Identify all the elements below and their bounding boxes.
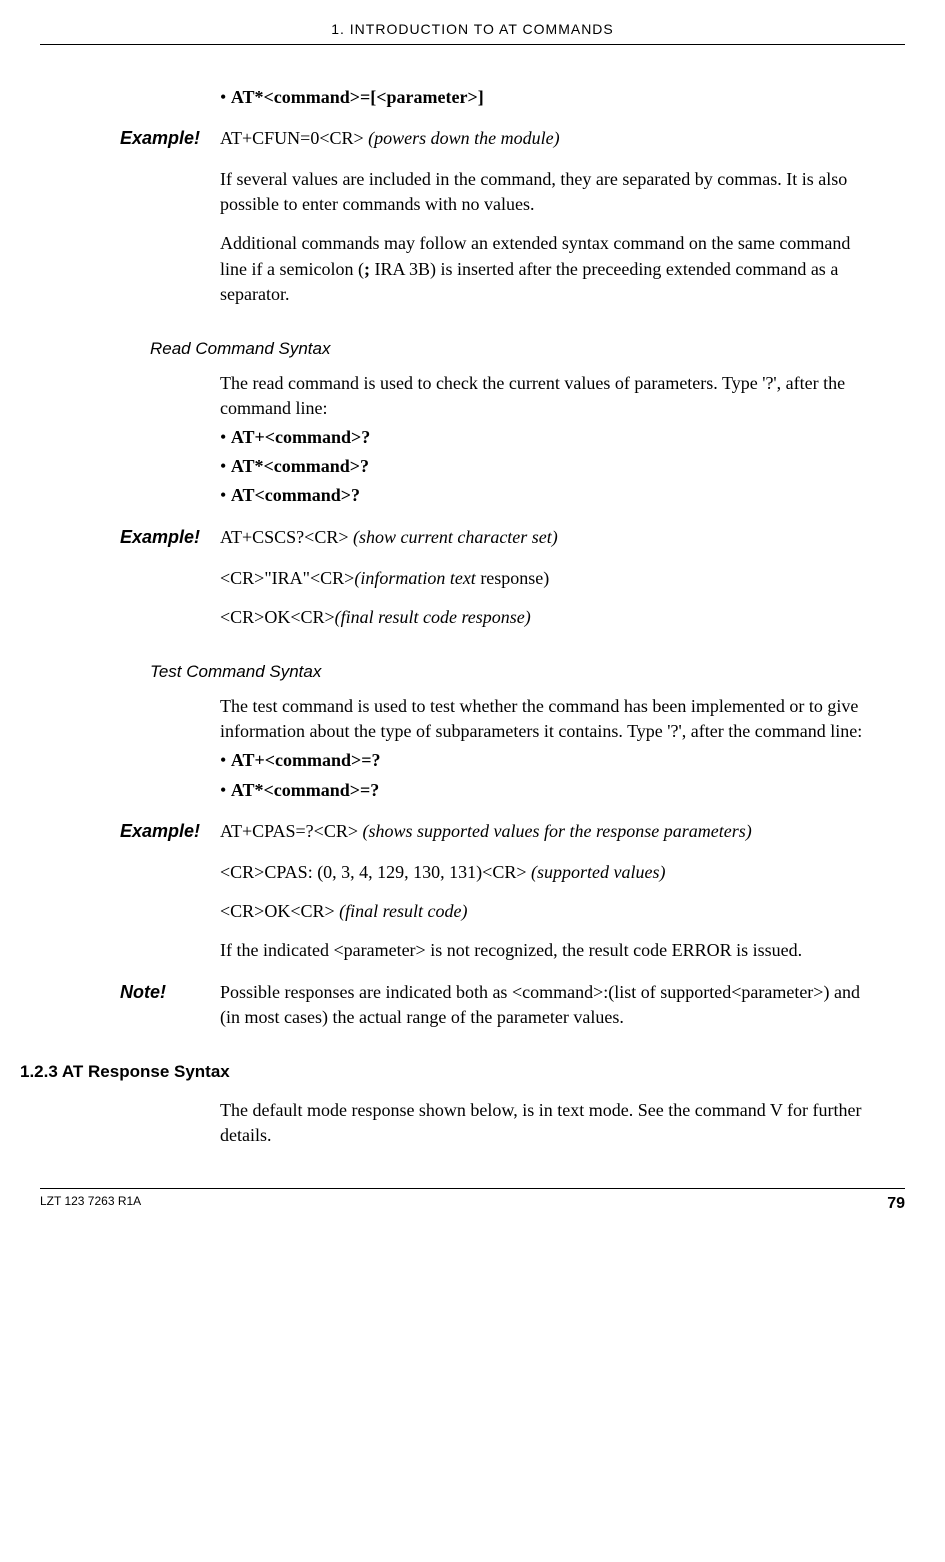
- response-line: <CR>CPAS: (0, 3, 4, 129, 130, 131)<CR> (…: [220, 860, 880, 885]
- note-body: Possible responses are indicated both as…: [220, 980, 880, 1030]
- bullet-item: AT<command>?: [220, 483, 880, 508]
- header-rule: [40, 44, 905, 45]
- example-cmd: AT+CPAS=?<CR>: [220, 821, 362, 841]
- paragraph: If several values are included in the co…: [220, 167, 880, 217]
- example-label: Example!: [120, 525, 220, 550]
- example-cmd: AT+CSCS?<CR>: [220, 527, 353, 547]
- bullet-item: AT*<command>=?: [220, 778, 880, 803]
- bullet-item: AT*<command>=[<parameter>]: [220, 85, 880, 110]
- example-body: AT+CFUN=0<CR> (powers down the module): [220, 126, 880, 151]
- bullet-item: AT+<command>=?: [220, 748, 880, 773]
- text: <CR>OK<CR>: [220, 607, 335, 627]
- paragraph: If the indicated <parameter> is not reco…: [220, 938, 880, 963]
- paragraph: The test command is used to test whether…: [220, 694, 880, 744]
- note-1: Note! Possible responses are indicated b…: [40, 980, 905, 1030]
- footer-page-number: 79: [887, 1193, 905, 1215]
- response-line: <CR>OK<CR>(final result code response): [220, 605, 880, 630]
- paragraph: The default mode response shown below, i…: [220, 1098, 880, 1148]
- response-line: <CR>"IRA"<CR>(information text response): [220, 566, 880, 591]
- paragraph: The read command is used to check the cu…: [220, 371, 880, 421]
- bullet-item: AT+<command>?: [220, 425, 880, 450]
- text: response): [480, 568, 549, 588]
- example-body: AT+CPAS=?<CR> (shows supported values fo…: [220, 819, 880, 844]
- paragraph: Additional commands may follow an extend…: [220, 231, 880, 307]
- test-bullet-list: AT+<command>=? AT*<command>=?: [220, 748, 880, 802]
- text: <CR>CPAS: (0, 3, 4, 129, 130, 131)<CR>: [220, 862, 531, 882]
- response-line: <CR>OK<CR> (final result code): [220, 899, 880, 924]
- section-heading: 1.2.3 AT Response Syntax: [20, 1060, 905, 1084]
- example-2: Example! AT+CSCS?<CR> (show current char…: [40, 525, 905, 550]
- example-note: (shows supported values for the response…: [362, 821, 751, 841]
- example-label: Example!: [120, 126, 220, 151]
- example-1: Example! AT+CFUN=0<CR> (powers down the …: [40, 126, 905, 151]
- text: <CR>"IRA"<CR>: [220, 568, 354, 588]
- example-note: (powers down the module): [368, 128, 559, 148]
- read-bullet-list: AT+<command>? AT*<command>? AT<command>?: [220, 425, 880, 509]
- note-label: Note!: [120, 980, 220, 1030]
- text: <CR>OK<CR>: [220, 901, 339, 921]
- page-footer: LZT 123 7263 R1A 79: [40, 1193, 905, 1215]
- bullet-item: AT*<command>?: [220, 454, 880, 479]
- footer-rule: [40, 1188, 905, 1189]
- footer-doc-id: LZT 123 7263 R1A: [40, 1193, 141, 1215]
- example-body: AT+CSCS?<CR> (show current character set…: [220, 525, 880, 550]
- text-italic: (final result code): [339, 901, 467, 921]
- example-3: Example! AT+CPAS=?<CR> (shows supported …: [40, 819, 905, 844]
- top-bullet-list: AT*<command>=[<parameter>]: [220, 85, 880, 110]
- example-cmd: AT+CFUN=0<CR>: [220, 128, 368, 148]
- example-label: Example!: [120, 819, 220, 844]
- text-italic: (final result code response): [335, 607, 531, 627]
- subheading-read: Read Command Syntax: [150, 337, 905, 361]
- subheading-test: Test Command Syntax: [150, 660, 905, 684]
- page-header-title: 1. INTRODUCTION TO AT COMMANDS: [40, 20, 905, 44]
- example-note: (show current character set): [353, 527, 558, 547]
- text-italic: (information text: [354, 568, 480, 588]
- text-italic: (supported values): [531, 862, 665, 882]
